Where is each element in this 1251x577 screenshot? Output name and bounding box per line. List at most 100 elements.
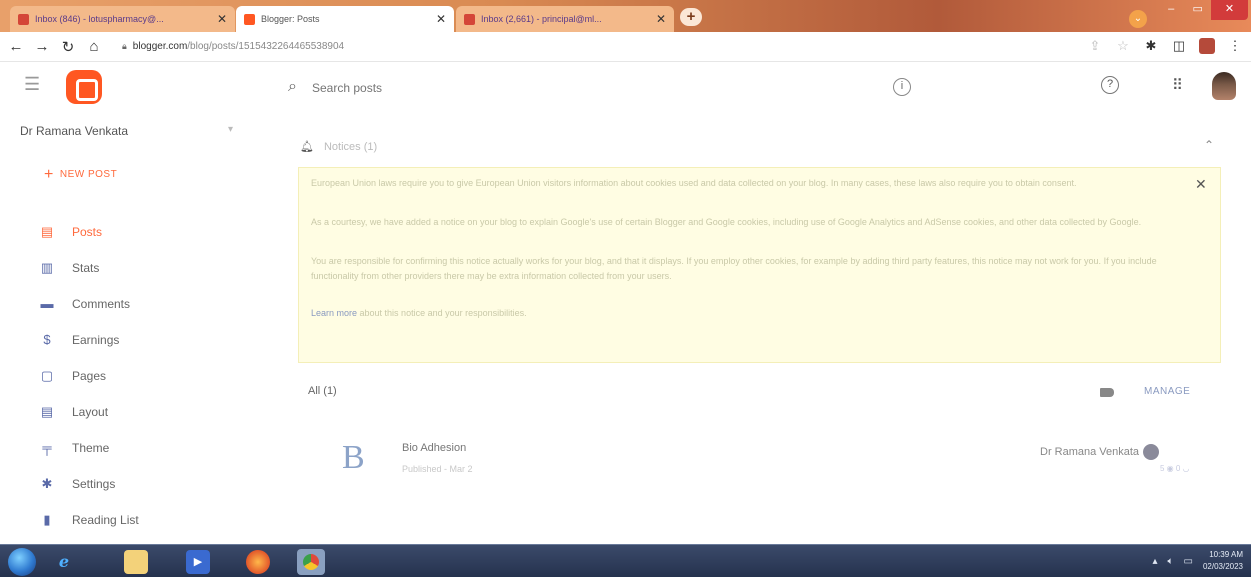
volume-icon[interactable]: 🔈︎ <box>1168 556 1174 567</box>
label-icon[interactable] <box>1100 388 1114 397</box>
sidebar-item-theme[interactable]: ╤ Theme <box>0 430 260 466</box>
internet-explorer-icon[interactable]: e <box>52 550 76 574</box>
chrome-icon[interactable] <box>297 549 325 575</box>
window-controls: – ▭ ✕ <box>1158 0 1248 20</box>
tab-label: Blogger: Posts <box>261 14 320 24</box>
home-icon[interactable]: ⌂ <box>84 38 104 55</box>
notice-paragraph: European Union laws require you to give … <box>311 178 1077 188</box>
sidebar-item-stats[interactable]: ▥ Stats <box>0 250 260 286</box>
search-input[interactable] <box>312 77 562 99</box>
google-apps-icon[interactable]: ⠿ <box>1172 76 1183 94</box>
chevron-down-icon[interactable]: ▾ <box>228 124 233 135</box>
blogger-logo[interactable] <box>66 70 102 104</box>
tab-search-button[interactable]: ⌄ <box>1129 10 1147 28</box>
sidebar-item-settings[interactable]: ✱ Settings <box>0 466 260 502</box>
tab-close-icon[interactable]: ✕ <box>211 12 227 26</box>
post-filter-dropdown[interactable]: All (1) <box>308 385 337 397</box>
sidebar-item-label: Comments <box>72 297 131 311</box>
bell-icon: 🔔︎ <box>300 141 314 153</box>
extensions-icon[interactable]: ✱ <box>1143 38 1159 54</box>
info-icon[interactable]: i <box>893 78 911 96</box>
sidebar-item-label: Posts <box>72 225 103 239</box>
notice-paragraph: You are responsible for confirming this … <box>311 256 1157 281</box>
clock[interactable]: 10:39 AM 02/03/2023 <box>1203 549 1243 573</box>
main-content: 🔔︎ Notices (1) ⌃ ✕ European Union laws r… <box>284 114 1234 544</box>
file-explorer-icon[interactable] <box>124 550 148 574</box>
chevron-up-icon[interactable]: ⌃ <box>1204 138 1214 152</box>
blog-selector[interactable]: Dr Ramana Venkata <box>20 124 128 138</box>
settings-icon: ✱ <box>41 476 53 491</box>
address-bar: ← → ↻ ⌂ 🔒︎ blogger.com /blog/posts/15154… <box>0 32 1251 62</box>
window-close-icon[interactable]: ✕ <box>1210 0 1248 20</box>
tab-label: Inbox (846) - lotusp​harmacy@... <box>35 14 164 24</box>
browser-tab-strip: Inbox (846) - lotusp​harmacy@... ✕ Blogg… <box>0 0 1251 32</box>
sidebar-item-layout[interactable]: ▤ Layout <box>0 394 260 430</box>
maximize-icon[interactable]: ▭ <box>1184 0 1210 20</box>
lock-icon: 🔒︎ <box>122 41 127 51</box>
account-avatar[interactable] <box>1212 72 1236 100</box>
post-thumbnail: B <box>342 439 365 476</box>
post-title[interactable]: Bio Adhesion <box>402 442 466 454</box>
side-panel-icon[interactable]: ◫ <box>1171 38 1187 54</box>
tray-arrow-icon[interactable]: ▴ <box>1152 556 1157 567</box>
sidebar-item-label: Settings <box>72 477 116 491</box>
learn-more-link[interactable]: Learn more <box>311 308 357 318</box>
sidebar-item-label: Pages <box>72 369 107 383</box>
tab-close-icon[interactable]: ✕ <box>650 12 666 26</box>
network-icon[interactable]: ▭ <box>1184 556 1193 567</box>
sidebar-item-label: Reading List <box>72 513 139 527</box>
blogger-favicon-icon <box>244 13 255 25</box>
sidebar-item-pages[interactable]: ▢ Pages <box>0 358 260 394</box>
sidebar-item-reading-list[interactable]: ▮ Reading List <box>0 502 260 538</box>
sidebar-item-posts[interactable]: ▤ Posts <box>0 214 260 250</box>
pages-icon: ▢ <box>40 368 54 383</box>
post-author: Dr Ramana Venkata <box>1040 444 1160 460</box>
comments-icon: ▬ <box>40 296 54 311</box>
share-icon[interactable]: ⇪ <box>1087 38 1103 54</box>
help-icon[interactable]: ? <box>1101 76 1119 94</box>
sidebar-item-label: Theme <box>72 441 110 455</box>
blogger-header: ☰ ⌕ i ? ⠿ <box>0 62 1251 114</box>
close-icon[interactable]: ✕ <box>1195 176 1207 193</box>
reload-icon[interactable]: ↻ <box>58 38 78 56</box>
search-icon: ⌕ <box>288 78 297 95</box>
sidebar-item-comments[interactable]: ▬ Comments <box>0 286 260 322</box>
new-post-button[interactable]: + NEW POST <box>44 166 117 184</box>
sidebar-item-label: Layout <box>72 405 109 419</box>
learn-more-line: Learn more about this notice and your re… <box>311 308 1206 318</box>
notices-title: Notices (1) <box>323 140 378 153</box>
post-stats: 5 ◉ 0 ◡ <box>1160 464 1190 473</box>
tab-close-icon[interactable]: ✕ <box>430 12 446 26</box>
url-field[interactable]: 🔒︎ blogger.com /blog/posts/1515432264465… <box>122 41 344 52</box>
sidebar-item-earnings[interactable]: $ Earnings <box>0 322 260 358</box>
notices-header[interactable]: 🔔︎ Notices (1) <box>300 140 378 154</box>
reading-list-icon: ▮ <box>43 512 51 527</box>
earnings-icon: $ <box>43 332 51 347</box>
clock-time: 10:39 AM <box>1209 550 1243 559</box>
minimize-icon[interactable]: – <box>1158 0 1184 20</box>
system-tray: ▴ 🔈︎ ▭ 10:39 AM 02/03/2023 <box>1152 549 1243 573</box>
forward-arrow-icon[interactable]: → <box>32 38 52 55</box>
clock-date: 02/03/2023 <box>1202 562 1243 571</box>
manage-button[interactable]: MANAGE <box>1144 386 1190 397</box>
browser-tab-inbox-2[interactable]: Inbox (2,661) - principal@ml... ✕ <box>456 6 674 32</box>
browser-tab-blogger[interactable]: Blogger: Posts ✕ <box>236 6 454 32</box>
bookmark-star-icon[interactable]: ☆ <box>1115 38 1131 54</box>
posts-icon: ▤ <box>40 224 54 239</box>
browser-menu-icon[interactable]: ⋮ <box>1227 38 1243 54</box>
gmail-favicon-icon <box>464 13 475 25</box>
eu-cookie-notice: ✕ European Union laws require you to giv… <box>298 167 1221 363</box>
start-button[interactable] <box>8 548 36 576</box>
tab-label: Inbox (2,661) - principal@ml... <box>481 14 602 24</box>
new-tab-button[interactable]: + <box>680 8 702 26</box>
hamburger-menu-icon[interactable]: ☰ <box>24 74 40 95</box>
windows-taskbar: e ▶ ▴ 🔈︎ ▭ 10:39 AM 02/03/2023 <box>0 544 1251 577</box>
media-player-icon[interactable]: ▶ <box>186 550 210 574</box>
sidebar-item-label: Earnings <box>72 333 120 347</box>
firefox-icon[interactable] <box>246 550 270 574</box>
profile-avatar-icon[interactable] <box>1199 38 1215 54</box>
back-arrow-icon[interactable]: ← <box>6 38 26 55</box>
gmail-favicon-icon <box>18 13 29 25</box>
browser-tab-inbox[interactable]: Inbox (846) - lotusp​harmacy@... ✕ <box>10 6 235 32</box>
layout-icon: ▤ <box>40 404 54 419</box>
